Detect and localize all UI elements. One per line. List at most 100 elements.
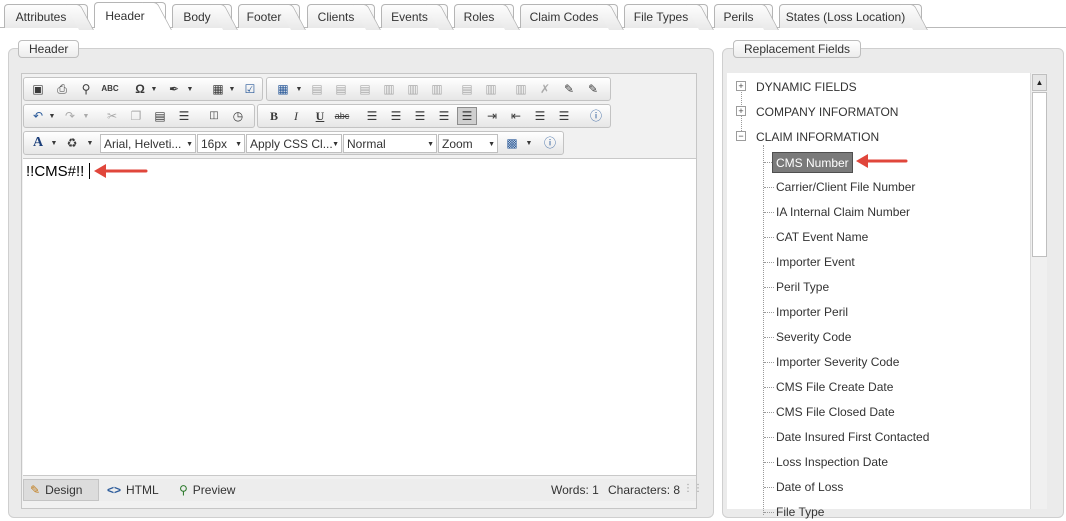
strikethrough-icon[interactable]: abc — [334, 108, 350, 124]
font-size-dropdown[interactable]: 16px ▼ — [197, 134, 245, 153]
align-center-icon[interactable]: ☰ — [388, 108, 404, 124]
tree-item-cms-file-closed-date[interactable]: CMS File Closed Date — [776, 403, 895, 421]
font-name-dropdown[interactable]: Arial, Helveti... ▼ — [100, 134, 196, 153]
chevron-down-icon[interactable]: ▼ — [146, 81, 162, 97]
scrollbar-thumb[interactable] — [1032, 92, 1047, 257]
zoom-dropdown[interactable]: Zoom ▼ — [438, 134, 498, 153]
cut-icon[interactable]: ✂ — [104, 108, 120, 124]
tab-attributes[interactable]: Attributes — [4, 4, 88, 28]
tree-item-date-of-loss[interactable]: Date of Loss — [776, 478, 843, 496]
tab-events[interactable]: Events — [381, 4, 448, 28]
outdent-icon[interactable]: ⇤ — [508, 108, 524, 124]
insert-column-left-icon[interactable]: ▥ — [381, 81, 397, 97]
bold-icon[interactable]: B — [266, 108, 282, 124]
resize-grip-icon[interactable]: ⋮⋮ — [683, 483, 703, 494]
tab-body[interactable]: Body — [172, 4, 232, 28]
collapse-icon[interactable]: − — [736, 131, 746, 141]
scroll-up-icon[interactable]: ▲ — [1032, 74, 1047, 91]
remove-alignment-icon[interactable]: ☰ — [457, 107, 477, 125]
chevron-down-icon[interactable]: ▼ — [78, 108, 94, 124]
module-manager-icon[interactable]: ▩ — [504, 135, 520, 151]
justify-icon[interactable]: ☰ — [436, 108, 452, 124]
spellcheck-icon[interactable]: ABC — [101, 81, 118, 97]
insert-table-icon[interactable]: ▦ — [275, 81, 291, 97]
preview-mode-button[interactable]: ⚲ Preview — [173, 479, 241, 501]
bullet-list-icon[interactable]: ☰ — [556, 108, 572, 124]
italic-icon[interactable]: I — [288, 108, 304, 124]
edit-table-icon[interactable]: ✎ — [585, 81, 601, 97]
tree-item-importer-event[interactable]: Importer Event — [776, 253, 855, 271]
chevron-down-icon[interactable]: ▼ — [224, 81, 240, 97]
help-icon[interactable]: ⓘ — [588, 108, 604, 124]
tab-footer[interactable]: Footer — [238, 4, 300, 28]
merge-cells-icon[interactable]: ▤ — [459, 81, 475, 97]
tree-item-severity-code[interactable]: Severity Code — [776, 328, 851, 346]
delete-column-icon[interactable]: ▥ — [429, 81, 445, 97]
tab-header[interactable]: Header — [94, 2, 166, 28]
tree-item-peril-type[interactable]: Peril Type — [776, 278, 829, 296]
tree-scrollbar[interactable]: ▲ — [1030, 73, 1047, 509]
editor-content-area[interactable]: !!CMS#!! — [23, 158, 696, 476]
chevron-down-icon[interactable]: ▼ — [291, 81, 307, 97]
delete-cell-icon[interactable]: ✗ — [537, 81, 553, 97]
delete-row-icon[interactable]: ▤ — [357, 81, 373, 97]
paragraph-style-dropdown[interactable]: Normal ▼ — [343, 134, 437, 153]
tree-item-cat-event-name[interactable]: CAT Event Name — [776, 228, 868, 246]
symbol-icon[interactable]: ◫ — [206, 108, 222, 124]
tab-states-loss-location[interactable]: States (Loss Location) — [779, 4, 922, 28]
split-cell-icon[interactable]: ▥ — [483, 81, 499, 97]
tree-item-ia-internal-claim-number[interactable]: IA Internal Claim Number — [776, 203, 910, 221]
chevron-down-icon[interactable]: ▼ — [44, 108, 60, 124]
image-manager-icon[interactable]: ▣ — [30, 81, 46, 97]
chevron-down-icon[interactable]: ▼ — [182, 81, 198, 97]
cell-properties-icon[interactable]: ▥ — [513, 81, 529, 97]
align-left-icon[interactable]: ☰ — [364, 108, 380, 124]
html-mode-button[interactable]: <> HTML — [101, 479, 165, 501]
tree-item-carrier-client-file-number[interactable]: Carrier/Client File Number — [776, 178, 915, 196]
table-properties-icon[interactable]: ✎ — [561, 81, 577, 97]
tab-perils[interactable]: Perils — [714, 4, 773, 28]
css-class-dropdown[interactable]: Apply CSS Cl... ▼ — [246, 134, 342, 153]
insert-row-below-icon[interactable]: ▤ — [333, 81, 349, 97]
redo-icon[interactable]: ↷ — [62, 108, 78, 124]
about-icon[interactable]: ⓘ — [542, 135, 558, 151]
tree-group-claim-information[interactable]: CLAIM INFORMATION — [756, 128, 879, 146]
insert-row-above-icon[interactable]: ▤ — [309, 81, 325, 97]
highlight-color-icon[interactable]: ♻ — [64, 135, 80, 151]
paste-icon[interactable]: ▤ — [152, 108, 168, 124]
tree-item-loss-inspection-date[interactable]: Loss Inspection Date — [776, 453, 888, 471]
tab-label: Attributes — [15, 9, 67, 24]
numbered-list-icon[interactable]: ☰ — [532, 108, 548, 124]
chevron-down-icon[interactable]: ▼ — [46, 135, 62, 151]
design-mode-button[interactable]: ✎ Design — [23, 479, 99, 501]
tab-file-types[interactable]: File Types — [624, 4, 708, 28]
print-icon[interactable]: ⎙ — [54, 81, 70, 97]
tree-connector — [764, 512, 774, 513]
paste-options-icon[interactable]: ☰ — [176, 108, 192, 124]
insert-column-right-icon[interactable]: ▥ — [405, 81, 421, 97]
chevron-down-icon[interactable]: ▼ — [521, 135, 537, 151]
tree-item-file-type[interactable]: File Type — [776, 503, 824, 521]
tree-group-company-information[interactable]: COMPANY INFORMATON — [756, 103, 898, 121]
checkbox-icon[interactable]: ☑ — [242, 81, 258, 97]
insert-date-time-icon[interactable]: ◷ — [230, 108, 246, 124]
format-stripper-icon[interactable]: ✒ — [166, 81, 182, 97]
tab-claim-codes[interactable]: Claim Codes — [520, 4, 618, 28]
find-replace-icon[interactable]: ⚲ — [78, 81, 94, 97]
tab-roles[interactable]: Roles — [454, 4, 514, 28]
align-right-icon[interactable]: ☰ — [412, 108, 428, 124]
expand-icon[interactable]: + — [736, 81, 746, 91]
tree-item-importer-peril[interactable]: Importer Peril — [776, 303, 848, 321]
copy-icon[interactable]: ❐ — [128, 108, 144, 124]
expand-icon[interactable]: + — [736, 106, 746, 116]
chevron-down-icon[interactable]: ▼ — [82, 135, 98, 151]
tree-item-date-insured-first-contacted[interactable]: Date Insured First Contacted — [776, 428, 929, 446]
underline-icon[interactable]: U — [312, 108, 328, 124]
tree-item-cms-number[interactable]: CMS Number — [772, 152, 853, 173]
tree-group-dynamic-fields[interactable]: DYNAMIC FIELDS — [756, 78, 857, 96]
tab-clients[interactable]: Clients — [307, 4, 375, 28]
indent-icon[interactable]: ⇥ — [484, 108, 500, 124]
font-color-icon[interactable]: A — [30, 135, 46, 151]
tree-item-cms-file-create-date[interactable]: CMS File Create Date — [776, 378, 893, 396]
tree-item-importer-severity-code[interactable]: Importer Severity Code — [776, 353, 899, 371]
